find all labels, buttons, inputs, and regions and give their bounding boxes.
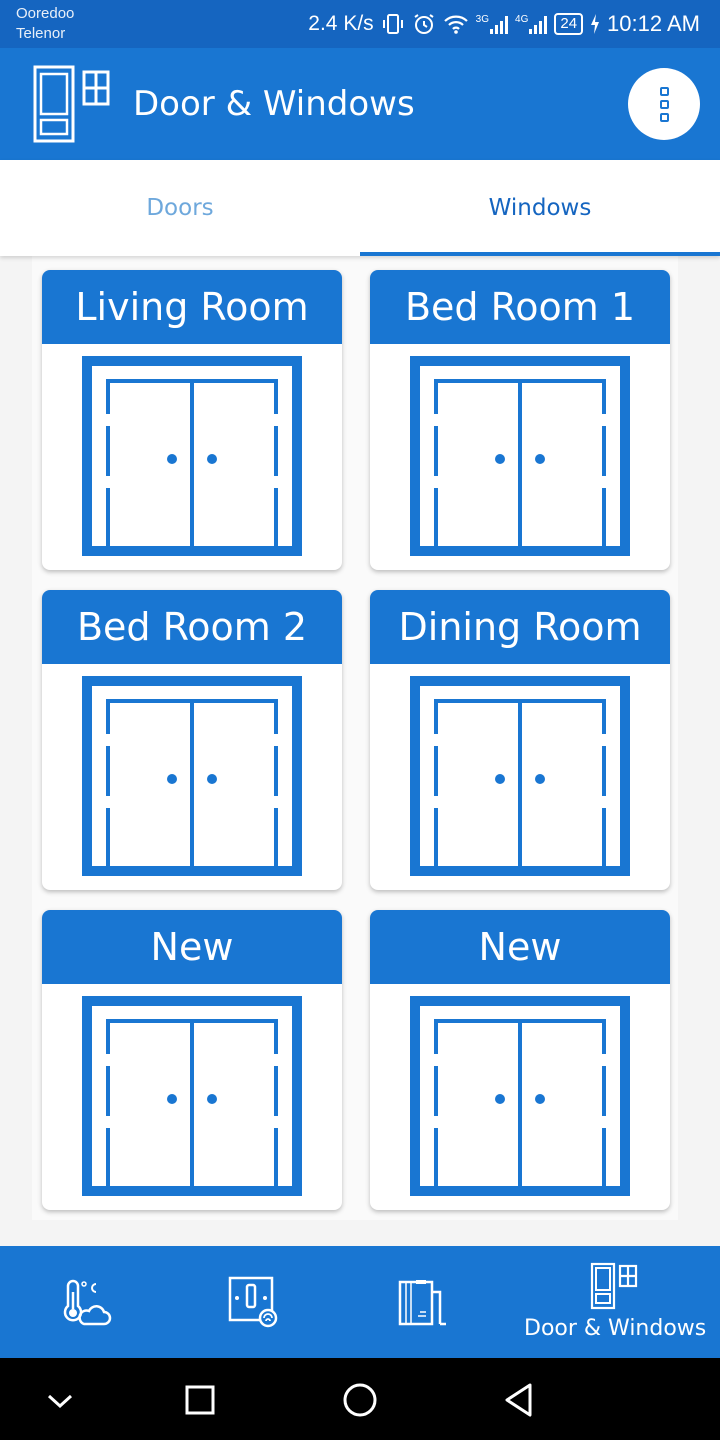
back-icon[interactable] <box>496 1376 544 1424</box>
signal-4g: 4G <box>515 14 548 34</box>
overflow-menu-button[interactable] <box>628 68 700 140</box>
charging-icon <box>591 14 600 34</box>
app-bar: Door & Windows <box>0 48 720 160</box>
door-window-logo-icon <box>33 65 110 143</box>
switch-panel-icon <box>228 1276 278 1328</box>
room-card-living-room[interactable]: Living Room <box>42 270 342 570</box>
thermometer-cloud-icon <box>63 1279 112 1326</box>
nav-label-door-windows: Door & Windows <box>524 1316 707 1341</box>
tab-doors[interactable]: Doors <box>0 160 360 256</box>
signal-bars-4g-icon <box>529 14 548 34</box>
card-title: Living Room <box>42 270 342 344</box>
net-type-4g: 4G <box>515 14 529 25</box>
alarm-icon <box>414 14 434 34</box>
room-grid: Living Room Bed Room 1 Bed Room 2 Dining… <box>32 256 678 1220</box>
tab-bar: Doors Windows <box>0 160 720 256</box>
recents-icon[interactable] <box>176 1376 224 1424</box>
window-icon <box>410 676 630 876</box>
carrier-2: Telenor <box>16 25 66 42</box>
back-chevron-icon[interactable] <box>36 1376 84 1424</box>
appliance-icon <box>398 1280 446 1326</box>
tab-indicator <box>360 252 720 256</box>
room-card-bed-room-2[interactable]: Bed Room 2 <box>42 590 342 890</box>
menu-dot <box>659 112 669 122</box>
wifi-icon <box>443 15 468 34</box>
room-card-dining-room[interactable]: Dining Room <box>370 590 670 890</box>
signal-bars-3g-icon <box>490 14 509 34</box>
door-window-icon <box>590 1262 638 1310</box>
window-icon <box>82 676 302 876</box>
status-icons: 2.4 K/s 3G 4G 24 10:12 AM <box>308 0 700 48</box>
carrier-info: Ooredoo Telenor <box>16 4 74 44</box>
nav-door-windows[interactable] <box>510 1246 720 1358</box>
window-icon <box>82 356 302 556</box>
nav-climate[interactable] <box>0 1246 170 1358</box>
battery-level: 24 <box>554 13 584 35</box>
signal-3g: 3G <box>475 14 509 34</box>
window-icon <box>82 996 302 1196</box>
system-navigation-bar <box>0 1358 720 1440</box>
room-card-new-2[interactable]: New <box>370 910 670 1210</box>
status-bar: Ooredoo Telenor 2.4 K/s 3G 4G 24 10:12 A… <box>0 0 720 48</box>
card-title: Dining Room <box>370 590 670 664</box>
menu-dot <box>659 86 669 96</box>
home-icon[interactable] <box>336 1376 384 1424</box>
window-icon <box>410 996 630 1196</box>
vibrate-icon <box>382 14 403 34</box>
page-title: Door & Windows <box>133 84 415 124</box>
card-title: Bed Room 2 <box>42 590 342 664</box>
room-card-new-1[interactable]: New <box>42 910 342 1210</box>
bottom-navigation: Door & Windows <box>0 1246 720 1358</box>
carrier-1: Ooredoo <box>16 5 75 22</box>
window-icon <box>410 356 630 556</box>
room-card-bed-room-1[interactable]: Bed Room 1 <box>370 270 670 570</box>
card-title: Bed Room 1 <box>370 270 670 344</box>
tab-windows[interactable]: Windows <box>360 160 720 256</box>
card-title: New <box>42 910 342 984</box>
clock: 10:12 AM <box>607 11 700 36</box>
nav-switches[interactable] <box>170 1246 340 1358</box>
net-type-3g: 3G <box>475 14 490 25</box>
network-speed: 2.4 K/s <box>308 12 374 35</box>
menu-dot <box>659 99 669 109</box>
nav-appliances[interactable] <box>340 1246 510 1358</box>
card-title: New <box>370 910 670 984</box>
